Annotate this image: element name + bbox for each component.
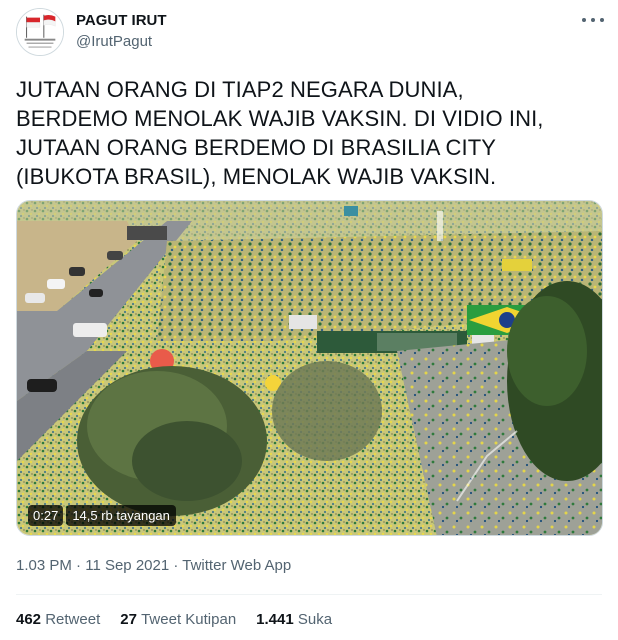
tweet-text: JUTAAN ORANG DI TIAP2 NEGARA DUNIA, BERD… bbox=[16, 77, 544, 189]
flag-logo-icon bbox=[17, 9, 63, 55]
quotes-count: 27 bbox=[120, 611, 142, 628]
more-horizontal-icon[interactable] bbox=[582, 12, 604, 28]
video-views: 14,5 rb tayangan bbox=[66, 504, 176, 526]
video-thumbnail bbox=[17, 201, 602, 535]
meta-separator: · bbox=[173, 557, 183, 574]
video-player[interactable] bbox=[16, 200, 603, 536]
avatar[interactable] bbox=[16, 8, 64, 56]
author-handle[interactable]: @IrutPagut bbox=[76, 33, 152, 50]
tweet-source[interactable]: Twitter Web App bbox=[182, 557, 291, 574]
divider bbox=[16, 594, 602, 595]
retweets-count: 462 bbox=[16, 611, 46, 628]
video-duration: 0:27 bbox=[28, 504, 64, 526]
tweet-date[interactable]: 11 Sep 2021 bbox=[85, 557, 169, 574]
tweet-meta: 1.03 PM · 11 Sep 2021 · Twitter Web App bbox=[16, 557, 291, 574]
author-name[interactable]: PAGUT IRUT bbox=[76, 12, 167, 29]
likes-label: Suka bbox=[297, 611, 333, 628]
retweets-stat[interactable]: 462 Retweet bbox=[16, 611, 100, 628]
quotes-stat[interactable]: 27 Tweet Kutipan bbox=[120, 611, 236, 628]
retweets-label: Retweet bbox=[45, 611, 101, 628]
video-badge: 0:27 14,5 rb tayangan bbox=[28, 504, 176, 526]
likes-count: 1.441 bbox=[256, 611, 298, 628]
tweet-card: PAGUT IRUT @IrutPagut JUTAAN ORANG DI TI… bbox=[0, 0, 618, 640]
quotes-label: Tweet Kutipan bbox=[141, 611, 237, 628]
tweet-time[interactable]: 1.03 PM bbox=[16, 557, 72, 574]
tweet-stats: 462 Retweet 27 Tweet Kutipan 1.441 Suka bbox=[16, 611, 352, 628]
meta-separator: · bbox=[76, 557, 86, 574]
likes-stat[interactable]: 1.441 Suka bbox=[256, 611, 332, 628]
